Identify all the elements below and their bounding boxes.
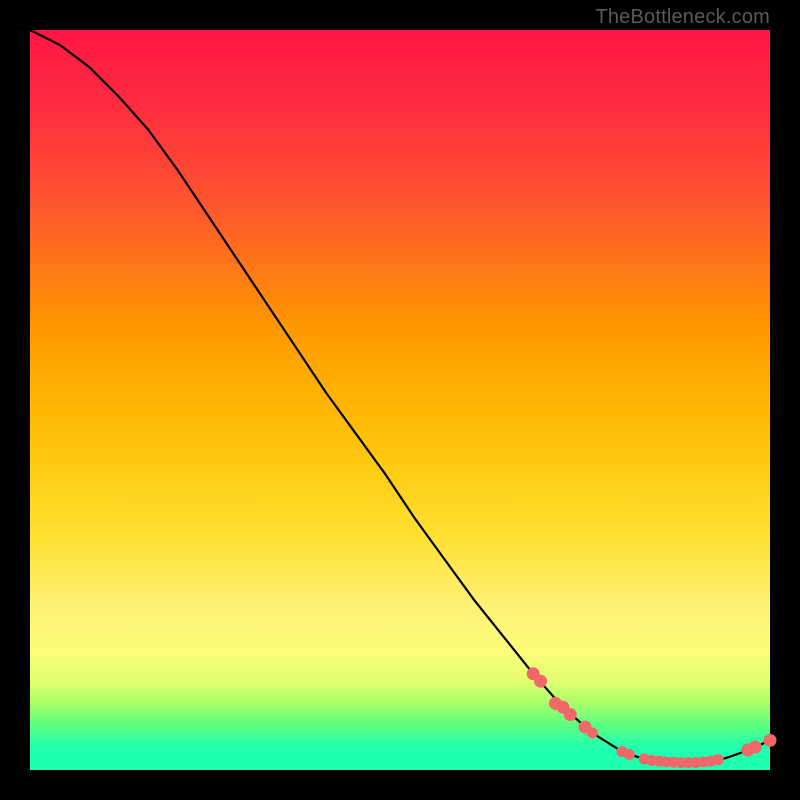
chart-marker [624,749,635,760]
chart-marker [749,741,762,754]
chart-marker [713,754,724,765]
chart-overlay [30,30,770,770]
chart-marker [587,728,598,739]
chart-curve [30,30,770,763]
chart-marker [564,708,577,721]
chart-marker [534,675,547,688]
chart-marker [764,734,777,747]
watermark-text: TheBottleneck.com [595,6,770,29]
chart-root: TheBottleneck.com [0,0,800,800]
